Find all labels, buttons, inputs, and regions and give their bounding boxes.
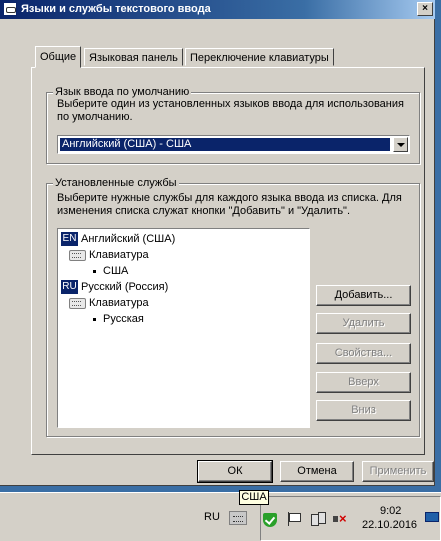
move-up-button[interactable]: Вверх [316,372,411,393]
show-desktop-icon[interactable] [425,512,439,522]
shield-check-icon[interactable] [263,513,277,527]
installed-services-group-title: Установленные службы [53,177,179,189]
tree-item-russian-label: Русский (Россия) [81,281,169,293]
tab-keyboard-switch[interactable]: Переключение клавиатуры [185,48,334,66]
keyboard-app-icon [3,2,17,16]
move-down-button[interactable]: Вниз [316,400,411,421]
tab-general[interactable]: Общие [35,46,82,68]
network-icon[interactable] [311,512,326,526]
tree-item-en-keyboard-label: Клавиатура [89,249,149,261]
installed-services-description-line1: Выберите нужные службы для каждого языка… [57,192,402,204]
tree-item-en-keyboard[interactable]: Клавиатура [69,247,149,263]
remove-button[interactable]: Удалить [316,313,411,334]
sound-muted-icon[interactable] [333,512,347,526]
tree-item-english-label: Английский (США) [81,233,176,245]
apply-button[interactable]: Применить [362,461,434,482]
en-language-icon: EN [61,232,78,246]
tab-language-bar[interactable]: Языковая панель [84,48,183,66]
ru-language-icon: RU [61,280,78,294]
clock-date[interactable]: 22.10.2016 [362,519,417,532]
bullet-icon [93,269,96,273]
keyboard-icon[interactable] [229,511,247,525]
close-icon[interactable]: × [417,2,433,16]
language-tooltip: США [239,490,269,505]
keyboard-icon [69,249,86,261]
bullet-icon [93,317,96,321]
language-indicator[interactable]: RU [204,511,220,524]
cancel-button[interactable]: Отмена [280,461,354,482]
tree-item-english[interactable]: EN Английский (США) [61,231,175,247]
tree-item-russian[interactable]: RU Русский (Россия) [61,279,168,295]
keyboard-icon [69,297,86,309]
tree-item-en-layout[interactable]: США [93,263,128,279]
add-button[interactable]: Добавить... [316,285,411,306]
default-language-selected: Английский (США) - США [60,138,390,151]
default-language-group-title: Язык ввода по умолчанию [53,86,192,98]
window-title: Языки и службы текстового ввода [21,3,211,15]
installed-services-description-line2: изменения списка служат кнопки "Добавить… [57,205,351,217]
chevron-down-icon[interactable] [393,137,408,152]
tree-item-ru-layout-label: Русская [103,313,144,325]
flag-icon[interactable] [287,512,301,526]
default-language-description-line1: Выберите один из установленных языков вв… [57,98,404,110]
tree-item-en-layout-label: США [103,265,129,277]
services-tree[interactable]: EN Английский (США) Клавиатура США RU Русс… [57,228,310,428]
tree-item-ru-keyboard[interactable]: Клавиатура [69,295,149,311]
properties-button[interactable]: Свойства... [316,343,411,364]
default-language-description-line2: по умолчанию. [57,111,133,123]
clock-time[interactable]: 9:02 [380,505,401,518]
ok-button[interactable]: ОК [197,460,273,483]
default-language-select[interactable]: Английский (США) - США [57,135,410,154]
tree-item-ru-layout[interactable]: Русская [93,311,144,327]
tree-item-ru-keyboard-label: Клавиатура [89,297,149,309]
title-bar[interactable]: Языки и службы текстового ввода × [0,0,435,19]
taskbar [0,492,441,541]
